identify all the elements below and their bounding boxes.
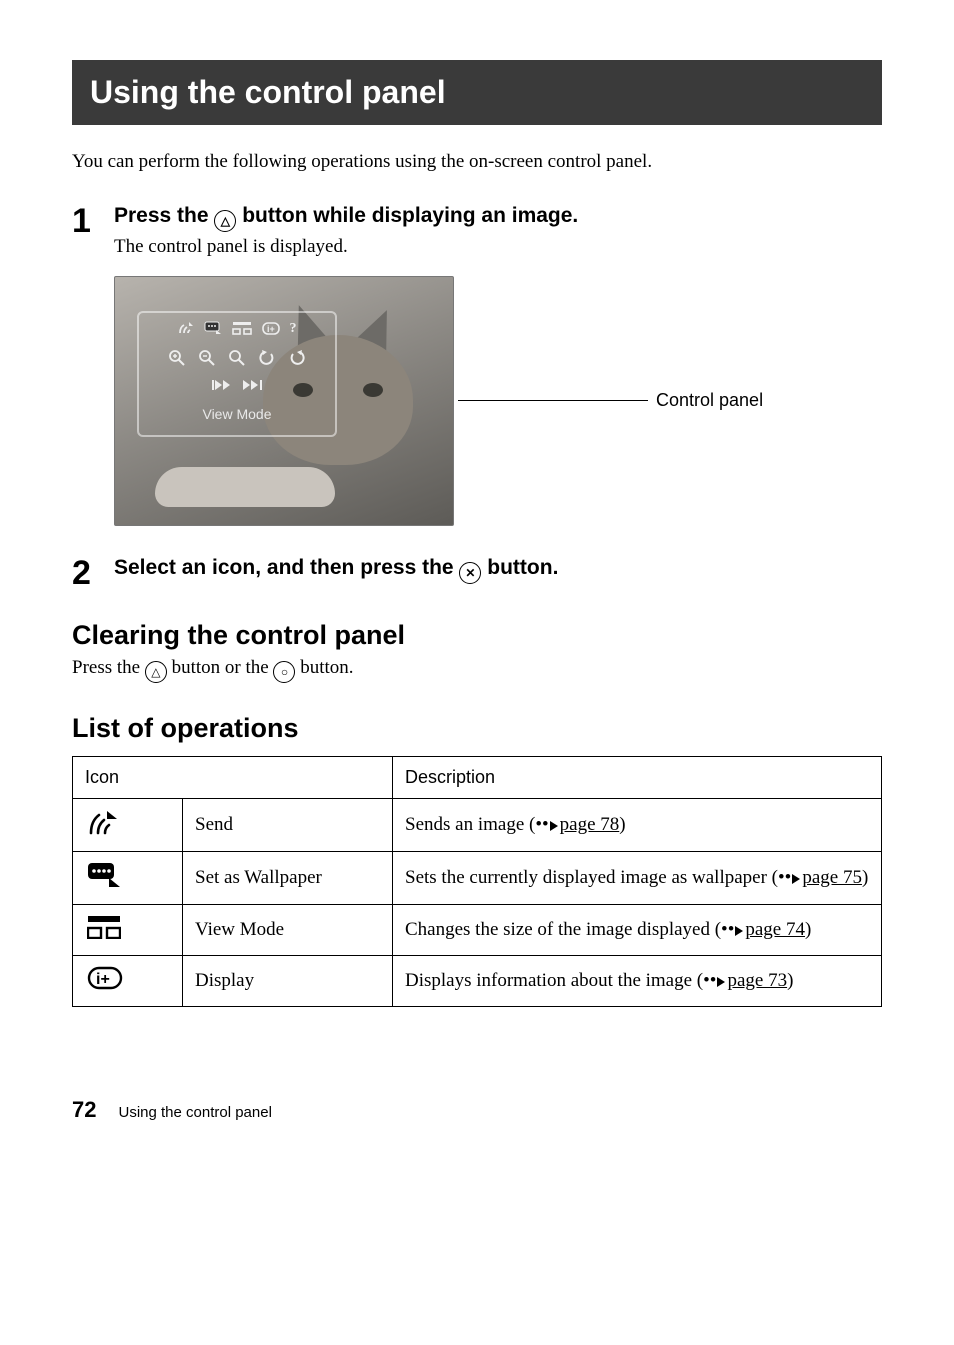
overlay-next-icon <box>242 379 262 396</box>
overlay-zoom-reset-icon <box>229 350 245 371</box>
step-1-title: Press the △ button while displaying an i… <box>114 202 882 232</box>
overlay-label: View Mode <box>139 406 335 422</box>
intro-text: You can perform the following operations… <box>72 149 882 176</box>
desc-before: Sets the currently displayed image as wa… <box>405 867 778 888</box>
display-icon: i+ <box>87 966 119 992</box>
overlay-prev-icon <box>212 379 232 396</box>
row-icon-viewmode <box>73 904 183 955</box>
ops-heading: List of operations <box>72 713 882 744</box>
overlay-rotate-left-icon <box>259 350 275 371</box>
triangle-button-icon: △ <box>145 661 167 683</box>
step-1-title-after: button while displaying an image. <box>236 204 578 227</box>
overlay-zoom-in-icon <box>169 350 185 371</box>
overlay-send-icon <box>178 321 194 340</box>
step-2-title-after: button. <box>481 556 558 579</box>
clearing-mid: button or the <box>167 657 274 678</box>
row-desc: Displays information about the image (••… <box>393 955 882 1006</box>
row-icon-send <box>73 798 183 851</box>
section-title: Using the control panel <box>72 60 882 125</box>
desc-before: Changes the size of the image displayed … <box>405 919 721 940</box>
page-footer: 72 Using the control panel <box>72 1097 882 1123</box>
header-description: Description <box>393 756 882 798</box>
header-icon: Icon <box>73 756 393 798</box>
page-ref-text[interactable]: page 74 <box>745 919 805 940</box>
screenshot-image: i+ ? <box>114 276 454 526</box>
desc-after: ) <box>862 867 868 888</box>
overlay-rotate-right-icon <box>289 350 305 371</box>
clearing-before: Press the <box>72 657 145 678</box>
row-icon-wallpaper <box>73 851 183 904</box>
step-1-subtext: The control panel is displayed. <box>114 236 882 258</box>
figure: i+ ? <box>114 276 882 526</box>
page-ref[interactable]: ••page 74 <box>721 919 805 940</box>
row-name: Set as Wallpaper <box>183 851 393 904</box>
page-ref[interactable]: ••page 75 <box>778 867 862 888</box>
step-1: 1 Press the △ button while displaying an… <box>72 202 882 258</box>
svg-text:i+: i+ <box>267 324 275 334</box>
control-panel-overlay: i+ ? <box>137 311 337 437</box>
page-ref[interactable]: ••page 73 <box>703 970 787 991</box>
step-1-number: 1 <box>72 202 114 238</box>
triangle-button-icon: △ <box>214 210 236 232</box>
row-icon-display: i+ <box>73 955 183 1006</box>
desc-before: Sends an image ( <box>405 814 535 835</box>
x-button-icon: ✕ <box>459 562 481 584</box>
desc-after: ) <box>787 970 793 991</box>
svg-text:i+: i+ <box>96 971 110 988</box>
circle-button-icon: ○ <box>273 661 295 683</box>
wallpaper-icon <box>87 862 119 888</box>
desc-after: ) <box>619 814 625 835</box>
table-row: i+ Display Displays information about th… <box>73 955 882 1006</box>
clearing-heading: Clearing the control panel <box>72 620 882 651</box>
overlay-display-icon: i+ <box>262 321 280 340</box>
clearing-text: Press the △ button or the ○ button. <box>72 657 882 683</box>
table-header-row: Icon Description <box>73 756 882 798</box>
overlay-wallpaper-icon <box>204 321 222 340</box>
row-name: View Mode <box>183 904 393 955</box>
callout-text: Control panel <box>656 390 763 411</box>
row-desc: Changes the size of the image displayed … <box>393 904 882 955</box>
step-2: 2 Select an icon, and then press the ✕ b… <box>72 554 882 590</box>
footer-text: Using the control panel <box>118 1104 271 1121</box>
desc-before: Displays information about the image ( <box>405 970 703 991</box>
page-number: 72 <box>72 1097 96 1123</box>
page-ref[interactable]: ••page 78 <box>535 814 619 835</box>
overlay-viewmode-icon <box>232 321 252 340</box>
step-2-number: 2 <box>72 554 114 590</box>
step-2-title-before: Select an icon, and then press the <box>114 556 459 579</box>
page-ref-text[interactable]: page 75 <box>802 867 862 888</box>
row-desc: Sends an image (••page 78) <box>393 798 882 851</box>
page-ref-text[interactable]: page 78 <box>560 814 620 835</box>
callout-line <box>458 400 648 401</box>
operations-table: Icon Description Send Sends an image (••… <box>72 756 882 1007</box>
table-row: View Mode Changes the size of the image … <box>73 904 882 955</box>
row-desc: Sets the currently displayed image as wa… <box>393 851 882 904</box>
page-ref-text[interactable]: page 73 <box>727 970 787 991</box>
table-row: Send Sends an image (••page 78) <box>73 798 882 851</box>
step-2-title: Select an icon, and then press the ✕ but… <box>114 554 882 584</box>
send-icon <box>87 809 119 835</box>
clearing-after: button. <box>295 657 353 678</box>
overlay-zoom-out-icon <box>199 350 215 371</box>
table-row: Set as Wallpaper Sets the currently disp… <box>73 851 882 904</box>
view-mode-icon <box>87 915 119 941</box>
row-name: Display <box>183 955 393 1006</box>
overlay-help-icon: ? <box>290 321 297 340</box>
row-name: Send <box>183 798 393 851</box>
desc-after: ) <box>805 919 811 940</box>
step-1-title-before: Press the <box>114 204 214 227</box>
